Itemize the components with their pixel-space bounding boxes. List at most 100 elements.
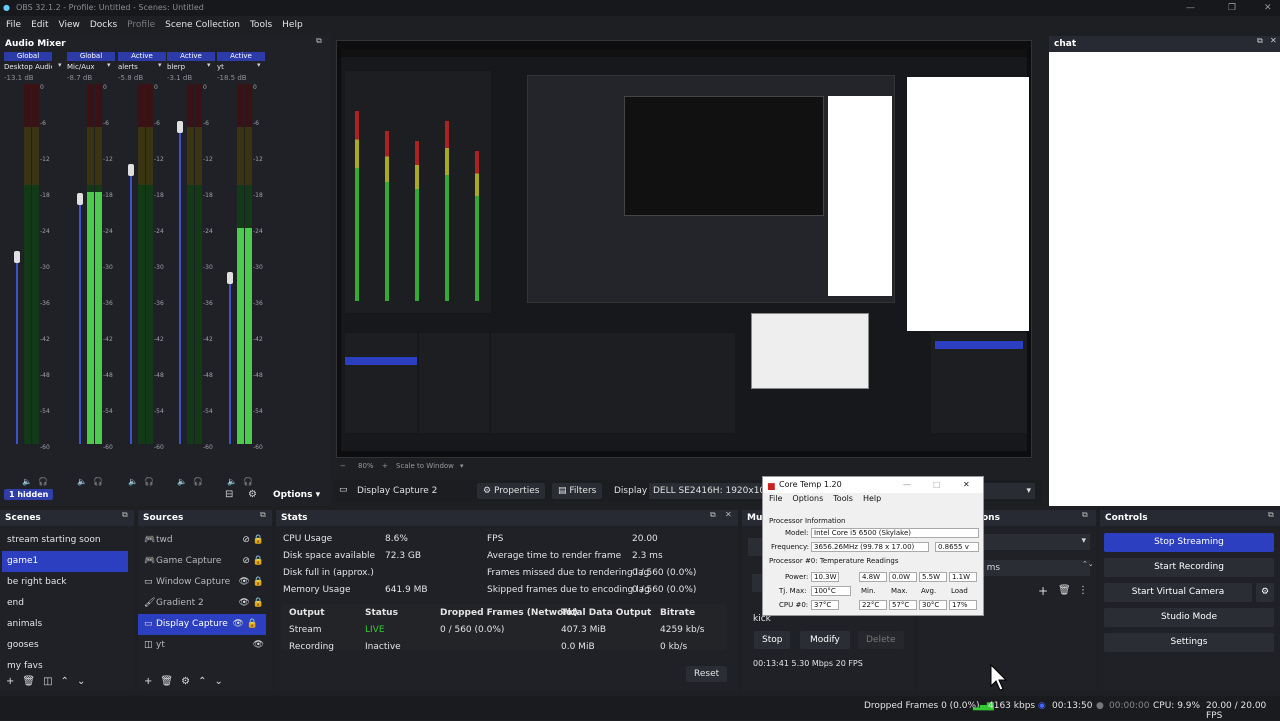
settings-button[interactable]: Settings xyxy=(1104,633,1274,652)
scene-item[interactable]: be right back xyxy=(0,572,134,593)
filters-button[interactable]: ▤ Filters xyxy=(552,483,603,499)
maximize-icon[interactable]: ❐ xyxy=(1228,0,1236,16)
transition-more-icon[interactable]: ⋮ xyxy=(1078,585,1088,596)
ct-menu-help[interactable]: Help xyxy=(863,493,881,505)
scene-filters-icon[interactable]: ◫ xyxy=(43,676,60,687)
visibility-lock-icons[interactable]: 👁 xyxy=(253,635,264,656)
stop-streaming-button[interactable]: Stop Streaming xyxy=(1104,533,1274,552)
studio-mode-button[interactable]: Studio Mode xyxy=(1104,608,1274,627)
menu-profile[interactable]: Profile xyxy=(127,16,155,34)
undock-icon[interactable]: ⧉ xyxy=(316,36,322,46)
monitor-headphones-icon[interactable]: 🎧 xyxy=(144,477,154,486)
menu-tools[interactable]: Tools xyxy=(250,16,272,34)
channel-menu-icon[interactable]: ▾ xyxy=(257,61,261,69)
ct-maximize-icon[interactable]: □ xyxy=(933,477,941,493)
monitor-headphones-icon[interactable]: 🎧 xyxy=(243,477,253,486)
delete-target-button[interactable]: Delete xyxy=(858,631,904,649)
channel-menu-icon[interactable]: ▾ xyxy=(207,61,211,69)
scale-dropdown-icon[interactable]: ▾ xyxy=(460,462,464,470)
remove-source-icon[interactable]: 🗑 xyxy=(160,676,181,687)
source-item[interactable]: ◫ yt 👁 xyxy=(138,635,272,656)
close-icon[interactable]: ✕ xyxy=(1264,0,1272,16)
chat-close-icon[interactable]: ✕ xyxy=(1270,36,1277,45)
volume-fader-track[interactable] xyxy=(130,170,132,444)
channel-name[interactable]: Desktop Audio xyxy=(4,61,52,73)
volume-fader-knob[interactable] xyxy=(177,121,183,134)
minimize-icon[interactable]: — xyxy=(1186,0,1195,16)
speaker-mute-icon[interactable]: 🔈 xyxy=(128,477,138,486)
ct-menu-options[interactable]: Options xyxy=(792,493,823,505)
speaker-mute-icon[interactable]: 🔈 xyxy=(77,477,87,486)
speaker-mute-icon[interactable]: 🔈 xyxy=(177,477,187,486)
remove-transition-icon[interactable]: 🗑 xyxy=(1058,585,1071,596)
menu-scene-collection[interactable]: Scene Collection xyxy=(165,16,240,34)
visibility-lock-icons[interactable]: 👁 🔒 xyxy=(239,593,265,614)
layout-icon[interactable]: ⊟ xyxy=(225,489,233,500)
virtual-camera-settings-icon[interactable]: ⚙ xyxy=(1256,583,1274,602)
add-transition-icon[interactable]: + xyxy=(1038,584,1048,598)
options-button[interactable]: Options ▾ xyxy=(273,490,320,500)
menu-view[interactable]: View xyxy=(59,16,80,34)
scenes-undock-icon[interactable]: ⧉ xyxy=(122,510,128,520)
volume-fader-track[interactable] xyxy=(79,199,81,444)
scale-mode[interactable]: Scale to Window xyxy=(396,462,454,470)
scene-item[interactable]: gooses xyxy=(0,635,134,656)
stop-target-button[interactable]: Stop xyxy=(754,631,791,649)
scene-item[interactable]: stream starting soon xyxy=(0,530,134,551)
stats-close-icon[interactable]: ✕ xyxy=(725,510,732,519)
scene-item[interactable]: animals xyxy=(0,614,134,635)
move-down-icon[interactable]: ⌄ xyxy=(77,676,93,687)
volume-fader-knob[interactable] xyxy=(77,193,83,206)
source-item[interactable]: 🖌Gradient 2 👁 🔒 xyxy=(138,593,272,614)
volume-fader-track[interactable] xyxy=(179,127,181,444)
hidden-count-button[interactable]: 1 hidden xyxy=(4,489,54,500)
scene-item[interactable]: game1 xyxy=(2,551,128,572)
channel-menu-icon[interactable]: ▾ xyxy=(58,61,62,69)
monitor-headphones-icon[interactable]: 🎧 xyxy=(38,477,48,486)
menu-edit[interactable]: Edit xyxy=(31,16,48,34)
ct-close-icon[interactable]: ✕ xyxy=(963,477,970,493)
start-recording-button[interactable]: Start Recording xyxy=(1104,558,1274,577)
mixer-settings-icon[interactable]: ⚙ xyxy=(248,489,257,500)
duration-field[interactable]: 0 ms xyxy=(978,560,1090,576)
volume-fader-track[interactable] xyxy=(229,278,231,444)
visibility-lock-icons[interactable]: ⊘ 🔒 xyxy=(242,551,264,572)
source-item[interactable]: ▭ Display Capture 👁 🔒 xyxy=(138,614,266,635)
speaker-mute-icon[interactable]: 🔈 xyxy=(227,477,237,486)
menu-help[interactable]: Help xyxy=(282,16,303,34)
modify-target-button[interactable]: Modify xyxy=(800,631,850,649)
ct-menu-tools[interactable]: Tools xyxy=(833,493,853,505)
add-source-icon[interactable]: + xyxy=(144,676,160,687)
preview-canvas[interactable] xyxy=(336,40,1032,458)
volume-fader-track[interactable] xyxy=(16,256,18,444)
transitions-undock-icon[interactable]: ⧉ xyxy=(1082,510,1088,520)
duration-stepper-icon[interactable]: ⌃⌄ xyxy=(1082,560,1094,568)
monitor-headphones-icon[interactable]: 🎧 xyxy=(193,477,203,486)
source-up-icon[interactable]: ⌃ xyxy=(198,676,214,687)
properties-button[interactable]: ⚙ Properties xyxy=(477,483,546,499)
scene-item[interactable]: end xyxy=(0,593,134,614)
move-up-icon[interactable]: ⌃ xyxy=(61,676,77,687)
visibility-lock-icons[interactable]: 👁 🔒 xyxy=(239,572,265,593)
source-settings-icon[interactable]: ⚙ xyxy=(181,676,198,687)
source-item[interactable]: 🎮Game Capture ⊘ 🔒 xyxy=(138,551,272,572)
sources-undock-icon[interactable]: ⧉ xyxy=(260,510,266,520)
add-scene-icon[interactable]: + xyxy=(6,676,22,687)
zoom-out-icon[interactable]: − xyxy=(340,462,346,470)
channel-menu-icon[interactable]: ▾ xyxy=(158,61,162,69)
volume-fader-knob[interactable] xyxy=(227,272,233,285)
remove-scene-icon[interactable]: 🗑 xyxy=(22,676,43,687)
chat-undock-icon[interactable]: ⧉ xyxy=(1257,36,1263,46)
menu-file[interactable]: File xyxy=(6,16,21,34)
start-virtual-camera-button[interactable]: Start Virtual Camera xyxy=(1104,583,1252,602)
source-item[interactable]: 🎮twd ⊘ 🔒 xyxy=(138,530,272,551)
visibility-lock-icons[interactable]: 👁 🔒 xyxy=(233,614,259,635)
menu-docks[interactable]: Docks xyxy=(90,16,117,34)
ct-minimize-icon[interactable]: — xyxy=(903,477,911,493)
channel-menu-icon[interactable]: ▾ xyxy=(107,61,111,69)
reset-stats-button[interactable]: Reset xyxy=(686,666,728,682)
volume-fader-knob[interactable] xyxy=(128,164,134,177)
speaker-mute-icon[interactable]: 🔈 xyxy=(22,477,32,486)
transition-select[interactable]: ▾ xyxy=(978,534,1090,550)
source-item[interactable]: ▭ Window Capture 👁 🔒 xyxy=(138,572,272,593)
